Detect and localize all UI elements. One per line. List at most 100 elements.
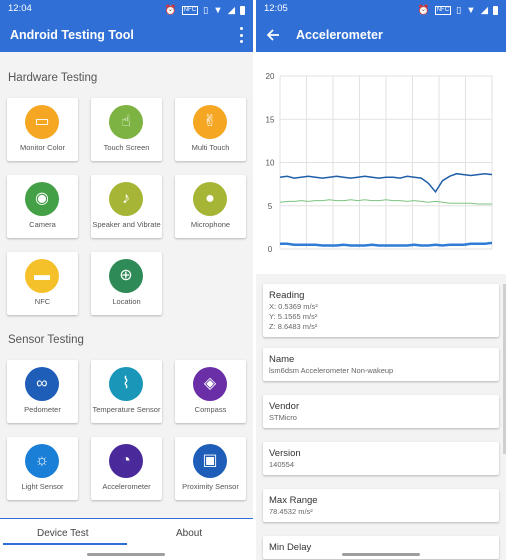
app-bar: Android Testing Tool <box>0 18 253 52</box>
info-card-reading: Reading X: 0.5369 m/s² Y: 5.1565 m/s² Z: 8.… <box>263 284 499 337</box>
test-card-label: Proximity Sensor <box>182 482 239 492</box>
camera-icon: ◉ <box>25 182 59 216</box>
info-card-value: lsm6dsm Accelerometer Non-wakeup <box>269 366 394 375</box>
test-card-thermometer[interactable]: ⌇ Temperature Sensor <box>91 360 162 423</box>
active-tab-indicator <box>3 543 127 545</box>
info-card-title: Vendor <box>269 401 300 412</box>
location-icon: ⊕ <box>109 259 143 293</box>
y-tick-label: 20 <box>266 72 275 81</box>
app-title: Android Testing Tool <box>10 28 134 42</box>
info-card-vendor: Vendor STMicro <box>263 395 499 428</box>
y-tick-label: 5 <box>268 202 273 211</box>
test-card-label: Temperature Sensor <box>92 405 161 415</box>
test-card-microphone[interactable]: ● Microphone <box>175 175 246 238</box>
info-card-value: STMicro <box>269 413 297 422</box>
test-card-label: NFC <box>34 297 51 307</box>
y-tick-label: 10 <box>266 159 275 168</box>
test-card-label: Camera <box>29 220 56 230</box>
status-time: 12:05 <box>264 3 288 14</box>
arrow-back-icon[interactable] <box>264 26 282 44</box>
pedometer-icon: ∞ <box>25 367 59 401</box>
light-sensor-icon: ☼ <box>25 444 59 478</box>
wifi-icon: ▼ <box>466 5 476 16</box>
alarm-icon: ⏰ <box>164 5 177 16</box>
test-card-compass[interactable]: ◈ Compass <box>175 360 246 423</box>
chart-svg: 20 15 10 5 0 <box>266 72 493 254</box>
nfc-card-icon: ▬ <box>25 259 59 293</box>
thermometer-icon: ⌇ <box>109 367 143 401</box>
tab-device-test[interactable]: Device Test <box>37 528 89 539</box>
test-card-location[interactable]: ⊕ Location <box>91 252 162 315</box>
status-time: 12:04 <box>8 3 32 14</box>
alarm-icon: ⏰ <box>417 5 430 16</box>
gesture-bar[interactable] <box>87 553 165 556</box>
info-card-title: Min Delay <box>269 542 312 553</box>
test-card-speedometer[interactable]: ◔ Accelerometer <box>91 437 162 500</box>
monitor-icon: ▭ <box>25 105 59 139</box>
wifi-icon: ▼ <box>213 5 223 16</box>
vibrate-icon: ▯ <box>456 5 462 16</box>
test-card-nfc-card[interactable]: ▬ NFC <box>7 252 78 315</box>
test-card-speaker[interactable]: ♪ Speaker and Vibrate <box>91 175 162 238</box>
test-card-label: Accelerometer <box>102 482 151 492</box>
test-card-label: Compass <box>194 405 227 415</box>
info-card-title: Reading <box>269 290 305 301</box>
test-card-label: Microphone <box>190 220 231 230</box>
status-icons: ⏰ NFC ▯ ▼ ◢ <box>418 3 498 18</box>
device-test-screen: 12:04 ⏰ NFC ▯ ▼ ◢ Android Testing Tool H… <box>0 0 253 560</box>
battery-icon <box>240 6 245 15</box>
multi-touch-icon: ✌ <box>193 105 227 139</box>
test-card-label: Pedometer <box>24 405 61 415</box>
info-card-version: Version 140554 <box>263 442 499 475</box>
test-card-multi-touch[interactable]: ✌ Multi Touch <box>175 98 246 161</box>
info-card-title: Max Range <box>269 495 318 506</box>
test-card-monitor[interactable]: ▭ Monitor Color <box>7 98 78 161</box>
status-icons: ⏰ NFC ▯ ▼ ◢ <box>165 3 245 18</box>
signal-icon: ◢ <box>227 5 235 16</box>
speaker-icon: ♪ <box>109 182 143 216</box>
info-card-max-range: Max Range 78.4532 m/s² <box>263 489 499 522</box>
y-tick-label: 15 <box>266 115 275 124</box>
nfc-icon: NFC <box>181 6 199 15</box>
bottom-navigation: Device Test About <box>0 518 253 560</box>
info-card-value: Y: 5.1565 m/s² <box>269 312 318 321</box>
touch-icon: ☝ <box>109 105 143 139</box>
test-card-label: Location <box>112 297 141 307</box>
test-card-label: Touch Screen <box>103 143 150 153</box>
test-card-label: Multi Touch <box>191 143 230 153</box>
section-title-hardware: Hardware Testing <box>8 72 98 84</box>
battery-icon <box>493 6 498 15</box>
section-title-sensor: Sensor Testing <box>8 334 84 346</box>
test-card-pedometer[interactable]: ∞ Pedometer <box>7 360 78 423</box>
info-card-value: 78.4532 m/s² <box>269 507 313 516</box>
test-card-camera[interactable]: ◉ Camera <box>7 175 78 238</box>
info-card-value: Z: 8.6483 m/s² <box>269 322 318 331</box>
speedometer-icon: ◔ <box>109 444 143 478</box>
tab-about[interactable]: About <box>176 528 202 539</box>
status-bar: 12:04 ⏰ NFC ▯ ▼ ◢ <box>0 0 253 18</box>
vibrate-icon: ▯ <box>203 5 209 16</box>
info-card-value: 140554 <box>269 460 295 469</box>
gesture-bar[interactable] <box>342 553 420 556</box>
test-list[interactable]: Hardware Testing ▭ Monitor Color ☝ Touch Sc… <box>0 52 253 518</box>
more-vert-icon[interactable] <box>237 27 245 43</box>
signal-icon: ◢ <box>480 5 488 16</box>
test-card-light-sensor[interactable]: ☼ Light Sensor <box>7 437 78 500</box>
test-card-touch[interactable]: ☝ Touch Screen <box>91 98 162 161</box>
info-card-title: Name <box>269 354 295 365</box>
screen-title: Accelerometer <box>296 28 383 42</box>
nfc-icon: NFC <box>434 6 452 15</box>
accelerometer-screen: 12:05 ⏰ NFC ▯ ▼ ◢ Accelerometer 20 15 10 5 0… <box>256 0 506 560</box>
status-bar: 12:05 ⏰ NFC ▯ ▼ ◢ <box>256 0 506 18</box>
compass-icon: ◈ <box>193 367 227 401</box>
app-bar: Accelerometer <box>256 18 506 52</box>
test-card-label: Monitor Color <box>19 143 65 153</box>
test-card-label: Light Sensor <box>21 482 64 492</box>
test-card-proximity[interactable]: ▣ Proximity Sensor <box>175 437 246 500</box>
info-card-name: Name lsm6dsm Accelerometer Non-wakeup <box>263 348 499 381</box>
test-card-label: Speaker and Vibrate <box>92 220 161 230</box>
info-card-value: X: 0.5369 m/s² <box>269 302 318 311</box>
microphone-icon: ● <box>193 182 227 216</box>
info-card-title: Version <box>269 448 301 459</box>
proximity-icon: ▣ <box>193 444 227 478</box>
